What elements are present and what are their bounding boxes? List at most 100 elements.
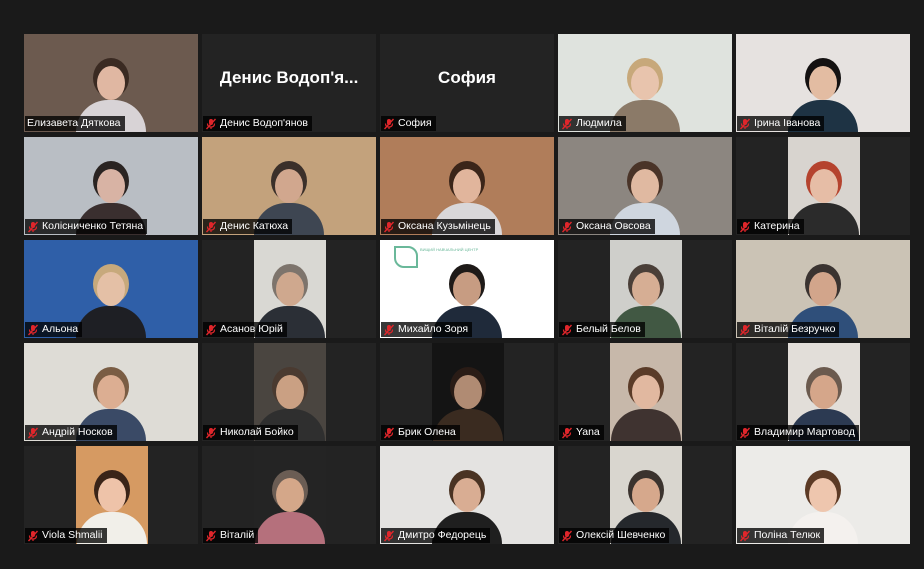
participant-name-label: Елизавета Дяткова (25, 116, 125, 131)
muted-microphone-icon (739, 118, 751, 130)
participant-name: Белый Белов (576, 323, 641, 335)
participant-face (276, 272, 304, 306)
participant-face (97, 169, 125, 203)
participant-tile[interactable]: Елизавета Дяткова (24, 34, 198, 132)
participant-name-label: Андрій Носков (25, 425, 117, 440)
participant-name: Олексій Шевченко (576, 529, 666, 541)
participant-name-label: Асанов Юрій (203, 322, 287, 337)
logo-text: ВИЩИЙ НАВЧАЛЬНИЙ ЦЕНТР (420, 247, 479, 252)
participant-display-name: София (438, 68, 496, 87)
participant-tile[interactable]: София София (380, 34, 554, 132)
participant-face (454, 375, 482, 409)
participant-name: Владимир Мартовод (754, 426, 855, 438)
participant-display-name: Денис Водоп'я... (219, 68, 359, 87)
participant-name: Оксана Овсова (576, 220, 651, 232)
participant-name: Віталій (220, 529, 255, 541)
muted-microphone-icon (383, 324, 395, 336)
participant-tile[interactable]: Дмитро Федорець (380, 446, 554, 544)
muted-microphone-icon (561, 118, 573, 130)
participant-face (631, 169, 659, 203)
logo-icon (394, 246, 418, 268)
muted-microphone-icon (739, 427, 751, 439)
participant-face (276, 478, 304, 512)
participant-tile[interactable]: Брик Олена (380, 343, 554, 441)
participant-name: Брик Олена (398, 426, 456, 438)
participant-tile[interactable]: Колісниченко Тетяна (24, 137, 198, 235)
participant-silhouette (610, 361, 682, 441)
participant-face (809, 478, 837, 512)
participant-tile[interactable]: Владимир Мартовод (736, 343, 910, 441)
participant-name: Михайло Зоря (398, 323, 469, 335)
participant-face (810, 375, 838, 409)
participant-tile[interactable]: Віталій (202, 446, 376, 544)
participant-body (76, 306, 146, 338)
participant-tile[interactable]: Олексій Шевченко (558, 446, 732, 544)
participant-name: София (398, 117, 432, 129)
participant-tile[interactable]: ВИЩИЙ НАВЧАЛЬНИЙ ЦЕНТР Михайло Зоря (380, 240, 554, 338)
muted-microphone-icon (739, 221, 751, 233)
participant-silhouette (254, 464, 326, 544)
participant-tile[interactable]: Андрій Носков (24, 343, 198, 441)
participant-tile[interactable]: Катерина (736, 137, 910, 235)
participant-video (610, 343, 682, 441)
participant-face (809, 66, 837, 100)
participant-face (631, 66, 659, 100)
participant-tile[interactable]: Оксана Овсова (558, 137, 732, 235)
participant-tile[interactable]: Денис Катюха (202, 137, 376, 235)
participant-tile[interactable]: Людмила (558, 34, 732, 132)
muted-microphone-icon (561, 427, 573, 439)
participant-face (98, 478, 126, 512)
participant-tile[interactable]: Асанов Юрій (202, 240, 376, 338)
participant-name-label: Viola Shmalii (25, 528, 107, 543)
participant-name: Катерина (754, 220, 800, 232)
participant-tile[interactable]: Ірина Іванова (736, 34, 910, 132)
participant-face (97, 66, 125, 100)
participant-face (276, 375, 304, 409)
participant-name-label: Белый Белов (559, 322, 645, 337)
participant-name: Оксана Кузьмінець (398, 220, 491, 232)
participant-name-label: Віталій Безручко (737, 322, 840, 337)
participant-tile[interactable]: Денис Водоп'я... Денис Водоп'янов (202, 34, 376, 132)
participant-tile[interactable]: Николай Бойко (202, 343, 376, 441)
muted-microphone-icon (205, 427, 217, 439)
participant-name-label: Оксана Овсова (559, 219, 655, 234)
participant-video (254, 446, 326, 544)
participant-name: Колісниченко Тетяна (42, 220, 144, 232)
participant-body (255, 512, 325, 544)
muted-microphone-icon (383, 221, 395, 233)
muted-microphone-icon (205, 118, 217, 130)
participant-name: Дмитро Федорець (398, 529, 487, 541)
muted-microphone-icon (561, 221, 573, 233)
muted-microphone-icon (561, 530, 573, 542)
participant-face (453, 272, 481, 306)
participant-name-label: Михайло Зоря (381, 322, 473, 337)
muted-microphone-icon (27, 427, 39, 439)
muted-microphone-icon (383, 118, 395, 130)
participant-tile[interactable]: Yana (558, 343, 732, 441)
participant-name-label: Віталій (203, 528, 259, 543)
muted-microphone-icon (205, 324, 217, 336)
participant-name-label: Денис Катюха (203, 219, 293, 234)
participant-tile[interactable]: Альона (24, 240, 198, 338)
participant-body (611, 409, 681, 441)
muted-microphone-icon (383, 530, 395, 542)
participant-name: Денис Катюха (220, 220, 289, 232)
participant-tile[interactable]: Viola Shmalii (24, 446, 198, 544)
participant-tile[interactable]: Поліна Телюк (736, 446, 910, 544)
participant-face (97, 272, 125, 306)
participant-tile[interactable]: Оксана Кузьмінець (380, 137, 554, 235)
participant-name-label: Оксана Кузьмінець (381, 219, 495, 234)
participant-name: Асанов Юрій (220, 323, 283, 335)
participant-name-label: Дмитро Федорець (381, 528, 491, 543)
participant-face (809, 272, 837, 306)
participant-name-label: Ірина Іванова (737, 116, 825, 131)
participant-name-label: Владимир Мартовод (737, 425, 859, 440)
participant-name: Андрій Носков (42, 426, 113, 438)
participant-name: Viola Shmalii (42, 529, 103, 541)
participant-face (453, 169, 481, 203)
participant-face (632, 478, 660, 512)
participant-face (453, 478, 481, 512)
participant-tile[interactable]: Белый Белов (558, 240, 732, 338)
participant-tile[interactable]: Віталій Безручко (736, 240, 910, 338)
participant-name-label: София (381, 116, 436, 131)
